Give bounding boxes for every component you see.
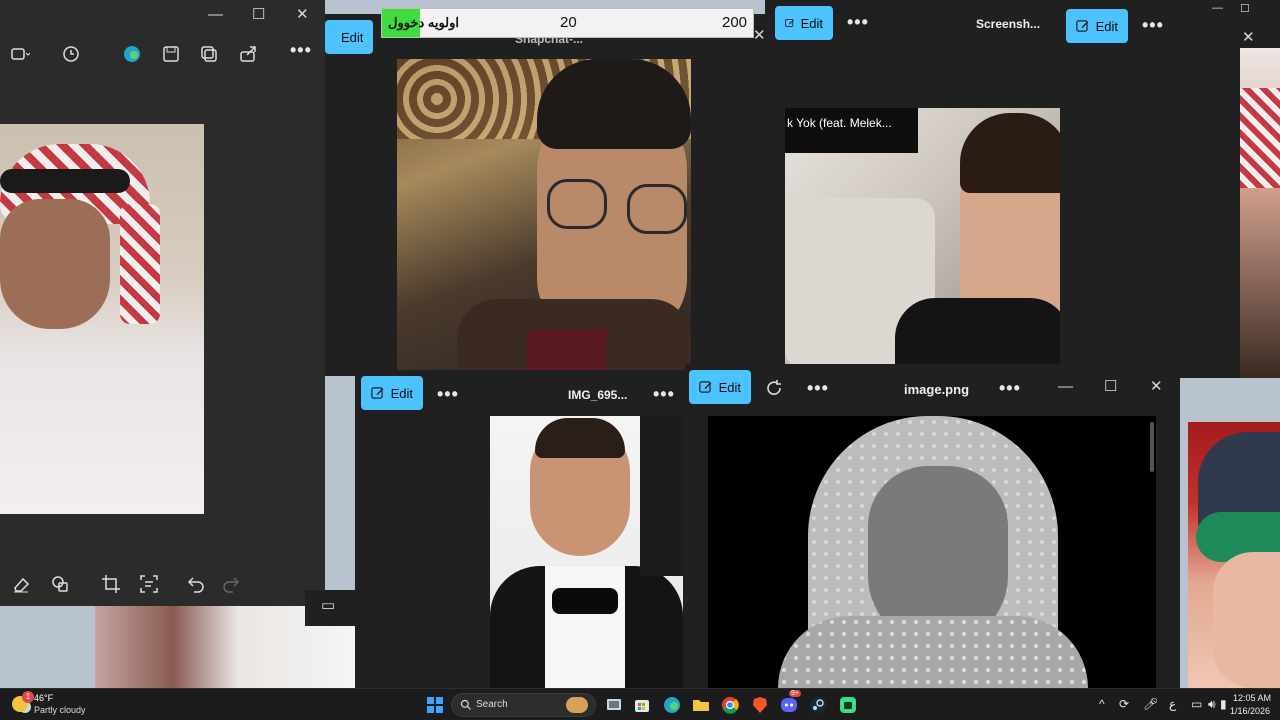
shapes-icon[interactable] — [50, 574, 70, 594]
minimize-icon[interactable]: — — [1058, 378, 1073, 395]
photos-window-img695: Edit ••• IMG_695... ••• — [355, 370, 690, 688]
rotate-icon[interactable] — [765, 378, 785, 398]
brave-icon[interactable] — [750, 695, 770, 715]
window-title: IMG_695... — [568, 388, 628, 402]
close-icon[interactable]: ✕ — [296, 5, 309, 23]
toolbar: ••• — [0, 36, 325, 70]
battery-icon[interactable]: ▮ — [1220, 697, 1227, 711]
maximize-icon[interactable]: ☐ — [1104, 377, 1117, 395]
taskbar: 1 46°F Partly cloudy Search 9+ ^ ⟳ 🎤︎ ع — [0, 688, 1280, 720]
photos-window-right: Edit ••• ✕ — ☐ — [1060, 0, 1280, 378]
photo-person-shemagh — [0, 124, 204, 514]
priority-bar: اولويه دخوول 20 200 — [381, 8, 754, 38]
clock-date[interactable]: 1/16/2026 — [1230, 706, 1270, 716]
edit-label: Edit — [718, 379, 741, 395]
edge-icon[interactable] — [122, 44, 142, 64]
edit-icon — [699, 381, 712, 393]
edit-label: Edit — [800, 15, 823, 31]
network-icon[interactable]: ▭ — [1191, 697, 1202, 711]
photo-person-green-cap — [1188, 422, 1280, 688]
close-icon[interactable]: ✕ — [1150, 377, 1163, 395]
edit-button[interactable]: Edit — [325, 20, 373, 54]
more-icon[interactable]: ••• — [847, 12, 869, 33]
redo-icon[interactable] — [221, 574, 241, 594]
photo-person-shemagh-right — [1240, 48, 1280, 378]
weather-widget[interactable]: 1 46°F Partly cloudy — [12, 691, 122, 718]
volume-icon[interactable]: 🔊︎ — [1208, 697, 1216, 712]
taskbar-search[interactable]: Search — [451, 693, 596, 717]
edit-label: Edit — [341, 29, 364, 45]
window-title: Screensh... — [976, 17, 1041, 31]
priority-value-a: 20 — [560, 14, 577, 31]
more-icon[interactable]: ••• — [807, 378, 829, 399]
priority-value-b: 200 — [722, 14, 748, 31]
weather-badge: 1 — [22, 691, 34, 703]
window-title: image.png — [904, 382, 970, 397]
discord-icon[interactable]: 9+ — [779, 690, 801, 715]
priority-label: اولويه دخوول — [388, 15, 460, 30]
scrollbar[interactable] — [1150, 422, 1154, 472]
restore-icon[interactable]: ▭ — [321, 596, 335, 614]
tray-overflow-icon[interactable]: ^ — [1099, 697, 1105, 711]
text-extract-icon[interactable] — [139, 574, 159, 594]
edge-icon[interactable] — [662, 695, 682, 715]
photos-window-snapchat: Edit Snapchat-... ✕ — [325, 14, 785, 376]
edit-button[interactable]: Edit — [1066, 9, 1128, 43]
minimize-icon[interactable]: — — [208, 6, 223, 23]
more-icon[interactable]: ••• — [1142, 15, 1164, 36]
photo-person-headscarf — [708, 416, 1156, 688]
app-green-icon[interactable] — [838, 695, 858, 715]
edit-label: Edit — [390, 385, 413, 401]
edit-icon — [1076, 20, 1089, 32]
more-icon-right[interactable]: ••• — [653, 384, 675, 405]
photos-window-left: — ☐ ✕ ••• — [0, 0, 325, 606]
photos-window-screenshot: Edit ••• Screensh... k Yok (feat. Melek.… — [765, 0, 1070, 370]
select-icon[interactable] — [10, 44, 31, 64]
share-icon[interactable] — [238, 44, 258, 64]
close-icon[interactable]: ✕ — [753, 26, 766, 44]
edit-icon — [371, 387, 384, 399]
undo-icon[interactable] — [186, 574, 206, 594]
copy-icon[interactable] — [199, 44, 219, 64]
weather-desc: Partly cloudy — [34, 705, 86, 715]
history-icon[interactable] — [62, 44, 82, 64]
maximize-icon[interactable]: ☐ — [252, 5, 265, 23]
edit-button[interactable]: Edit — [775, 6, 833, 40]
crop-icon[interactable] — [101, 574, 121, 594]
save-icon[interactable] — [161, 44, 181, 64]
photo-person-glasses — [397, 59, 691, 376]
discord-badge: 9+ — [789, 690, 801, 697]
edit-button[interactable]: Edit — [361, 376, 423, 410]
more-icon[interactable]: ••• — [437, 384, 459, 405]
start-icon[interactable] — [425, 695, 445, 715]
caption-box: k Yok (feat. Melek... — [785, 108, 918, 153]
maximize-icon[interactable]: ☐ — [1240, 2, 1250, 15]
edit-button[interactable]: Edit — [689, 370, 751, 404]
more-icon-right[interactable]: ••• — [999, 378, 1021, 399]
minimize-icon[interactable]: — — [1212, 2, 1223, 14]
store-icon[interactable] — [632, 695, 652, 715]
more-icon[interactable]: ••• — [290, 40, 312, 61]
search-highlight-icon — [566, 697, 588, 713]
chrome-icon[interactable] — [720, 695, 740, 715]
eraser-icon[interactable] — [11, 574, 31, 594]
close-icon[interactable]: ✕ — [1242, 28, 1255, 46]
edit-label: Edit — [1095, 18, 1118, 34]
edit-icon — [785, 18, 794, 28]
clock-time[interactable]: 12:05 AM — [1233, 693, 1271, 703]
language-indicator[interactable]: ع — [1169, 697, 1176, 711]
photo-boy-bowtie — [490, 416, 683, 688]
weather-temp: 46°F — [34, 693, 54, 703]
search-icon — [460, 699, 471, 710]
steam-icon[interactable] — [808, 695, 828, 715]
file-explorer-icon[interactable] — [691, 695, 711, 715]
caption-text: k Yok (feat. Melek... — [787, 116, 892, 130]
photos-window-image-png: Edit ••• image.png ••• — ☐ ✕ — [685, 364, 1180, 688]
sync-icon[interactable]: ⟳ — [1119, 697, 1129, 711]
microphone-icon[interactable]: 🎤︎ — [1143, 697, 1158, 711]
partial-window-dark: ▭ — [305, 590, 355, 626]
task-view-icon[interactable] — [604, 695, 624, 715]
search-label: Search — [476, 699, 508, 710]
